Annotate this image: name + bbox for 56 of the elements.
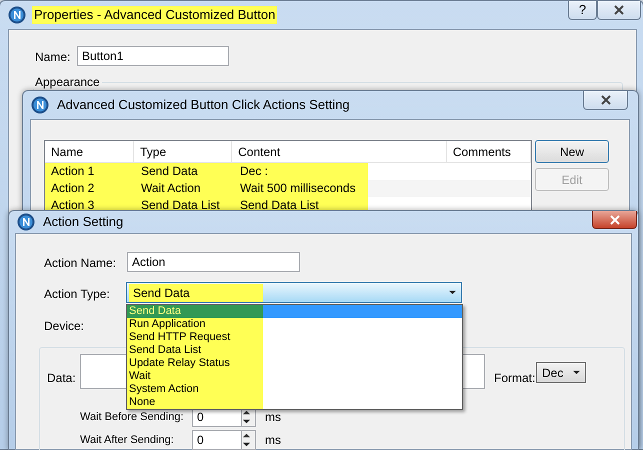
column-header[interactable]: Content	[232, 141, 447, 162]
up-arrow-icon	[242, 408, 251, 417]
dropdown-arrow-icon	[572, 370, 581, 375]
spin-label: Wait After Sending:	[80, 433, 174, 447]
unit-label: ms	[265, 410, 281, 424]
table-cell: Wait 500 milliseconds	[234, 180, 368, 197]
column-header[interactable]: Comments	[446, 141, 531, 162]
table-cell: Wait Action	[135, 180, 234, 197]
table-cell: Dec :	[234, 163, 368, 180]
dropdown-value: Dec	[541, 364, 564, 382]
close-button[interactable]	[583, 91, 628, 110]
dropdown-value: Send Data	[129, 284, 263, 302]
close-button[interactable]	[597, 1, 641, 20]
app-logo-icon	[8, 6, 26, 24]
close-icon	[613, 5, 625, 15]
table-cell: Action 2	[45, 180, 135, 197]
window-title: Properties - Advanced Customized Button	[32, 6, 278, 24]
up-arrow-icon	[242, 431, 251, 440]
spin-label: Wait Before Sending:	[80, 410, 184, 424]
down-arrow-icon	[242, 417, 251, 426]
window-title: Action Setting	[42, 213, 124, 231]
dropdown-arrow-icon	[448, 290, 457, 295]
table-cell: Action 1	[45, 163, 135, 180]
dropdown-option[interactable]: None	[127, 396, 462, 409]
window-title: Advanced Customized Button Click Actions Setting	[56, 96, 351, 114]
unit-label: ms	[265, 433, 281, 447]
name-field[interactable]: Button1	[77, 46, 229, 66]
dropdown-option[interactable]: Wait	[127, 370, 462, 383]
action-name-label: Action Name:	[44, 256, 116, 270]
name-label: Name:	[35, 50, 70, 64]
help-button[interactable]: ?	[568, 1, 597, 20]
close-button[interactable]	[592, 211, 637, 229]
dropdown-option[interactable]: System Action	[127, 383, 462, 396]
group-label: Appearance	[33, 75, 102, 89]
app-logo-icon	[31, 96, 49, 114]
data-label: Data:	[47, 371, 76, 385]
format-label: Format:	[494, 371, 536, 385]
dropdown-option[interactable]: Send HTTP Request	[127, 331, 462, 344]
column-header[interactable]: Name	[45, 141, 134, 162]
dropdown-option[interactable]: Send Data List	[127, 344, 462, 357]
dropdown-option[interactable]: Update Relay Status	[127, 357, 462, 370]
device-label: Device:	[44, 319, 84, 333]
action-type-label: Action Type:	[44, 287, 110, 301]
app-logo-icon	[17, 213, 35, 231]
down-arrow-icon	[242, 440, 251, 449]
dropdown-option[interactable]: Run Application	[127, 318, 462, 331]
table-cell: Send Data	[135, 163, 234, 180]
close-icon	[600, 95, 612, 105]
number-field[interactable]: 0	[192, 430, 242, 450]
close-icon	[608, 214, 620, 224]
column-header[interactable]: Type	[134, 141, 232, 162]
action-type-dropdown[interactable]: Send Data	[126, 282, 462, 303]
spin-button[interactable]	[242, 430, 256, 450]
action-button[interactable]: New	[535, 140, 609, 163]
action-name-field[interactable]: Action	[127, 252, 300, 272]
format-dropdown[interactable]: Dec	[536, 362, 586, 383]
